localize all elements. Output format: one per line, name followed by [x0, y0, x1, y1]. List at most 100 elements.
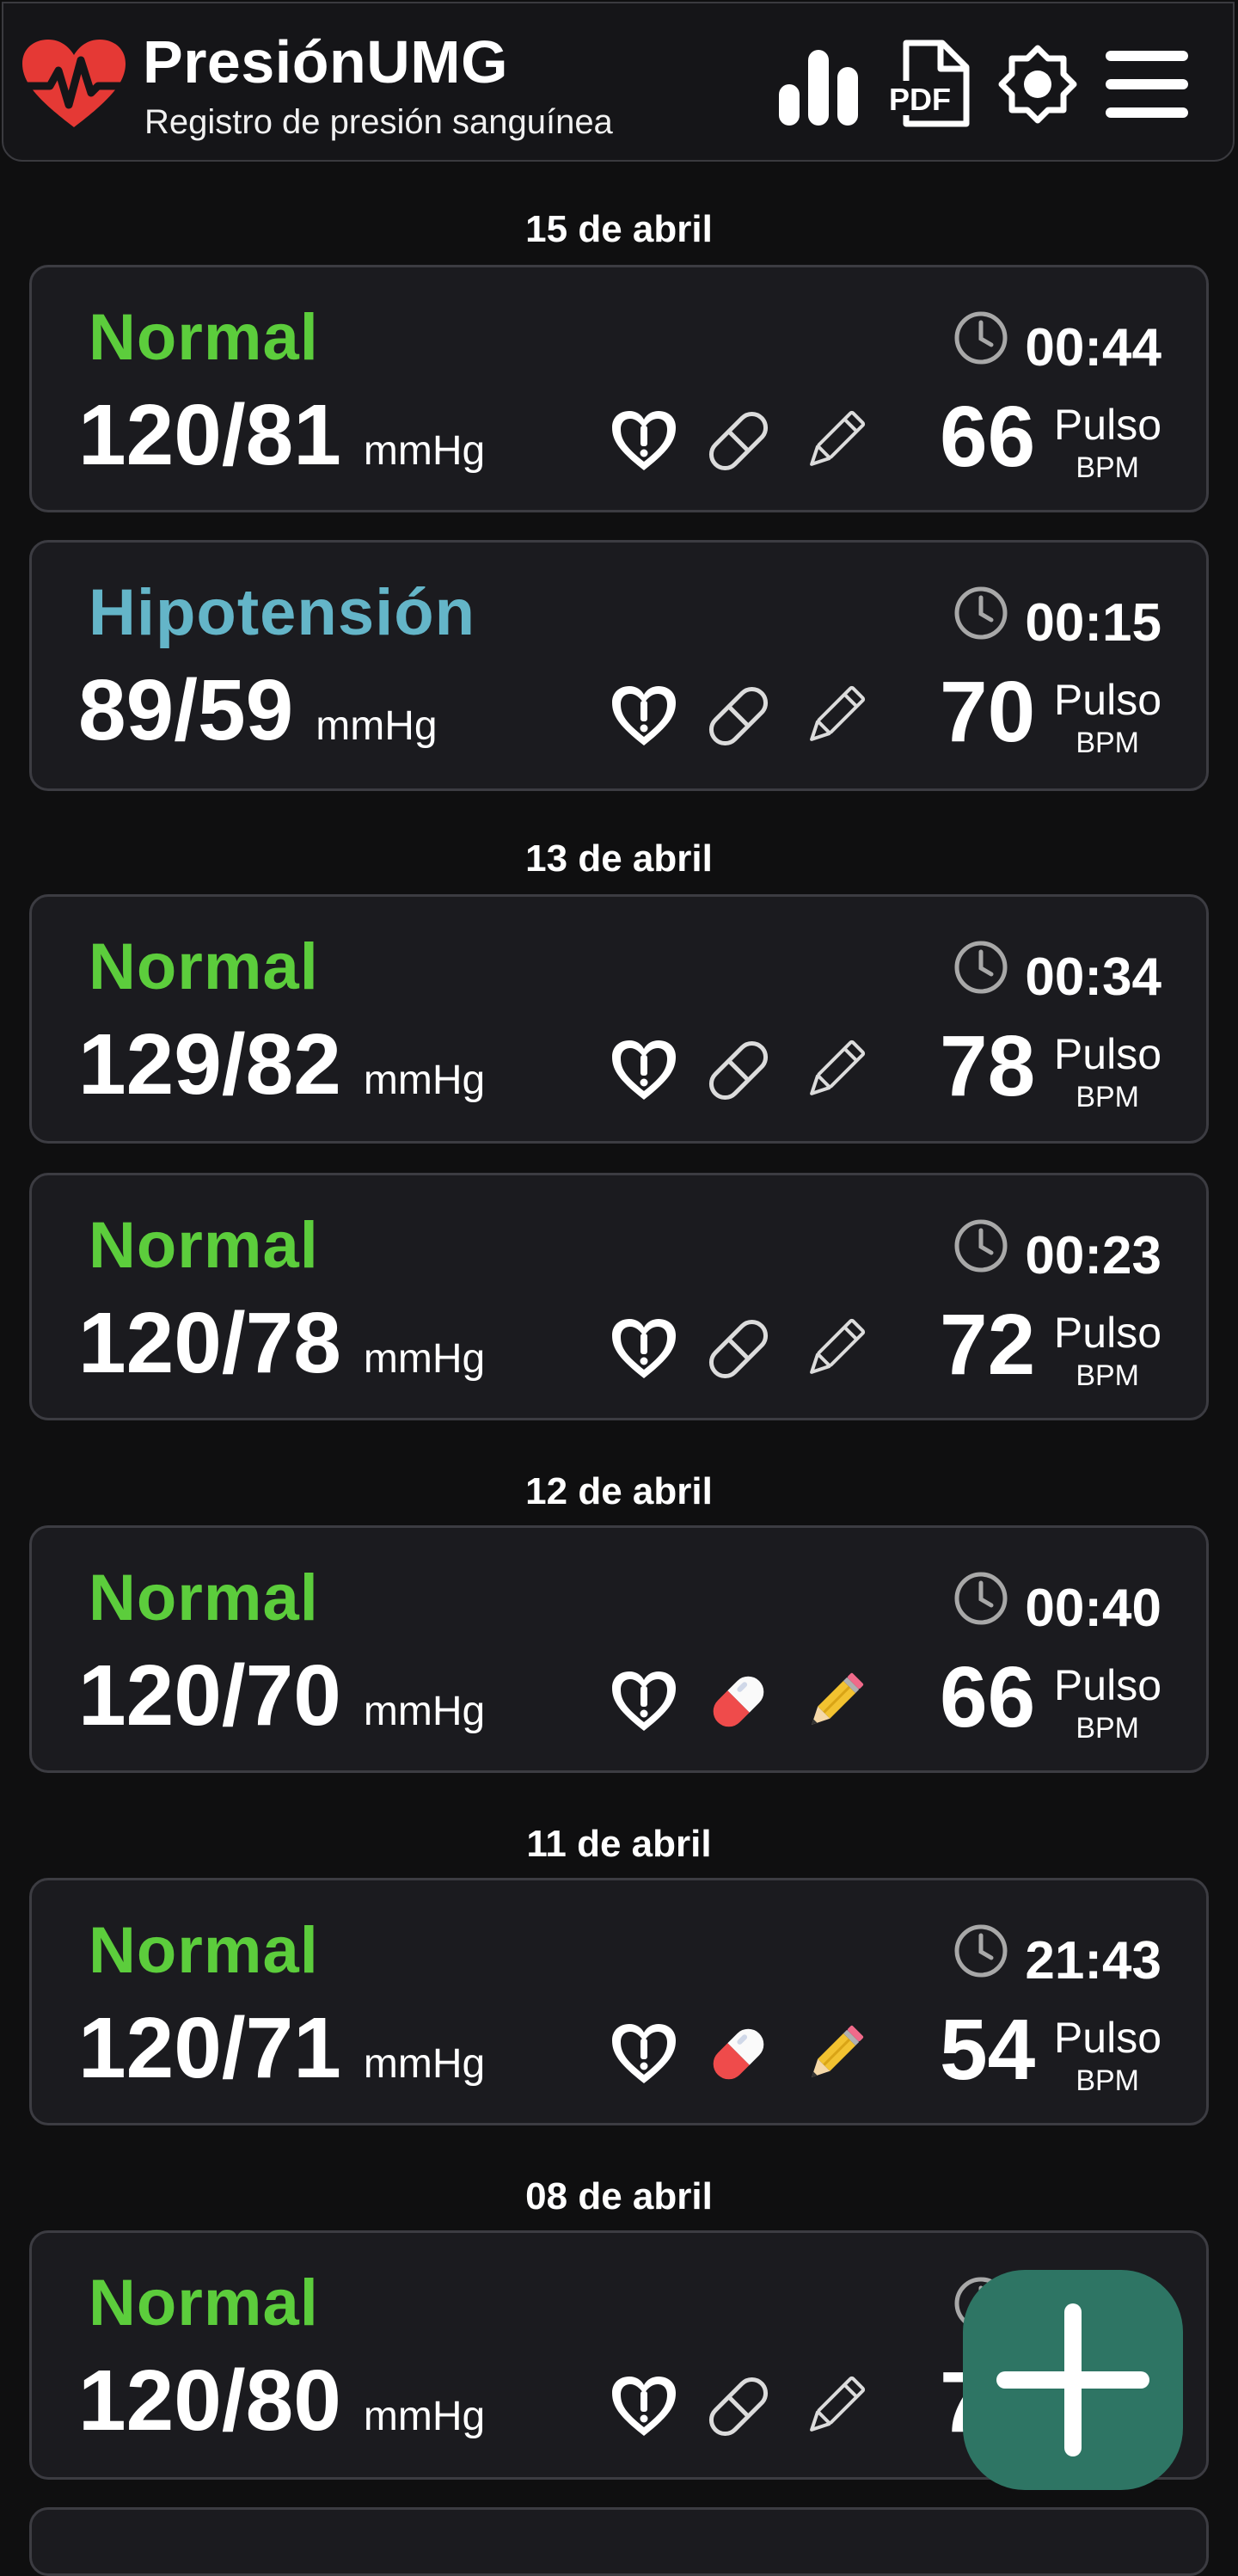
pill-icon: [708, 1040, 769, 1101]
unit-label: mmHg: [316, 703, 438, 749]
reading-card[interactable]: Normal 120/78 mmHg 00:23 72 Pulso BPM: [29, 1173, 1209, 1420]
reading-card[interactable]: [29, 2507, 1209, 2576]
unit-label: mmHg: [363, 1689, 486, 1734]
status-label: Normal: [89, 1561, 319, 1635]
pulse-label: Pulso: [1053, 1661, 1161, 1709]
medication-indicator[interactable]: [702, 2018, 775, 2090]
reading-card[interactable]: Normal 129/82 mmHg 00:34 78 Pulso BPM: [29, 894, 1209, 1144]
pill-icon: [713, 2028, 764, 2080]
medication-indicator[interactable]: [702, 1313, 775, 1385]
clock-icon: [954, 1572, 1008, 1625]
date-heading: 08 de abril: [525, 2175, 713, 2217]
status-label: Hipotensión: [89, 576, 476, 649]
pulse-label: Pulso: [1053, 676, 1161, 724]
date-heading: 13 de abril: [525, 837, 713, 880]
note-indicator[interactable]: [799, 2018, 871, 2090]
unit-label: mmHg: [363, 428, 486, 474]
heart-alert-icon: [612, 2024, 676, 2083]
reading-card[interactable]: Hipotensión 89/59 mmHg 00:15 70 Pulso BPM: [29, 540, 1209, 791]
medication-indicator[interactable]: [702, 680, 775, 752]
reading-time: 00:40: [1025, 1579, 1161, 1638]
medication-indicator[interactable]: [702, 1665, 775, 1738]
reading-value: 120/70: [78, 1647, 341, 1744]
symptom-indicator[interactable]: [608, 2018, 680, 2090]
note-indicator[interactable]: [799, 1313, 871, 1385]
add-reading-button[interactable]: [963, 2270, 1183, 2490]
symptom-indicator[interactable]: [608, 1665, 680, 1738]
unit-label: mmHg: [363, 1336, 486, 1382]
bpm-label: BPM: [1076, 1359, 1139, 1392]
status-label: Normal: [89, 2266, 319, 2340]
pulse-value: 70: [940, 664, 1036, 760]
pulse-value: 54: [940, 2002, 1036, 2098]
unit-label: mmHg: [363, 2394, 486, 2439]
export-pdf-button[interactable]: PDF: [880, 38, 973, 131]
unit-label: mmHg: [363, 2041, 486, 2087]
medication-indicator[interactable]: [702, 2371, 775, 2443]
app-title: PresiónUMG: [143, 28, 509, 95]
symptom-indicator[interactable]: [608, 405, 680, 477]
reading-time: 00:34: [1025, 948, 1161, 1007]
heart-alert-icon: [612, 1319, 676, 1378]
plus-icon: [996, 2303, 1149, 2456]
pencil-icon: [810, 2376, 866, 2432]
bpm-label: BPM: [1076, 1081, 1139, 1113]
reading-value: 89/59: [78, 662, 294, 758]
blood-pressure-value: 120/70 mmHg: [78, 1647, 485, 1745]
note-indicator[interactable]: [799, 1034, 871, 1107]
pencil-icon: [810, 410, 866, 466]
reading-value: 120/81: [78, 387, 341, 483]
app-subtitle: Registro de presión sanguínea: [144, 103, 613, 141]
pulse-value: 66: [940, 389, 1036, 485]
brightness-icon: [998, 45, 1077, 124]
pill-icon: [713, 1676, 764, 1727]
pill-icon: [708, 411, 769, 471]
heart-alert-icon: [612, 686, 676, 745]
heart-alert-icon: [612, 1671, 676, 1731]
note-indicator[interactable]: [799, 680, 871, 752]
medication-indicator[interactable]: [702, 1034, 775, 1107]
blood-pressure-value: 120/81 mmHg: [78, 386, 485, 485]
blood-pressure-value: 120/78 mmHg: [78, 1294, 485, 1393]
bpm-label: BPM: [1076, 451, 1139, 484]
reading-value: 120/71: [78, 2000, 341, 2096]
note-indicator[interactable]: [799, 405, 871, 477]
note-indicator[interactable]: [799, 2371, 871, 2443]
pencil-icon: [810, 685, 866, 741]
reading-time: 21:43: [1025, 1931, 1161, 1990]
pencil-icon: [810, 1318, 866, 1374]
note-indicator[interactable]: [799, 1665, 871, 1738]
clock-icon: [954, 311, 1008, 365]
app-header: PresiónUMG Registro de presión sanguínea…: [2, 2, 1235, 162]
theme-toggle-button[interactable]: [996, 38, 1080, 131]
reading-card[interactable]: Normal 120/70 mmHg 00:40 66 Pulso BPM: [29, 1525, 1209, 1773]
menu-button[interactable]: [1100, 38, 1193, 131]
reading-value: 120/78: [78, 1295, 341, 1391]
symptom-indicator[interactable]: [608, 2371, 680, 2443]
pdf-file-icon: PDF: [884, 40, 970, 127]
pencil-icon: [810, 1040, 866, 1095]
pulse-value: 66: [940, 1649, 1036, 1745]
time-indicator: [953, 940, 1008, 999]
date-heading: 15 de abril: [525, 208, 713, 250]
reading-card[interactable]: Normal 120/71 mmHg 21:43 54 Pulso BPM: [29, 1878, 1209, 2125]
clock-icon: [954, 941, 1008, 994]
reading-time: 00:44: [1025, 318, 1161, 377]
heart-alert-icon: [612, 411, 676, 470]
symptom-indicator[interactable]: [608, 1313, 680, 1385]
symptom-indicator[interactable]: [608, 1034, 680, 1107]
reading-card[interactable]: Normal 120/81 mmHg 00:44 66 Pulso BPM: [29, 265, 1209, 512]
status-label: Normal: [89, 301, 319, 374]
pulse-value: 72: [940, 1297, 1036, 1393]
medication-indicator[interactable]: [702, 405, 775, 477]
hamburger-menu-icon: [1106, 51, 1188, 118]
reading-value: 129/82: [78, 1016, 341, 1113]
time-indicator: [953, 586, 1008, 645]
heart-alert-icon: [612, 2377, 676, 2436]
clock-icon: [954, 1924, 1008, 1978]
pill-icon: [708, 2377, 769, 2437]
symptom-indicator[interactable]: [608, 680, 680, 752]
date-heading: 12 de abril: [525, 1470, 713, 1512]
statistics-button[interactable]: [774, 38, 863, 131]
pulse-label: Pulso: [1053, 1030, 1161, 1078]
